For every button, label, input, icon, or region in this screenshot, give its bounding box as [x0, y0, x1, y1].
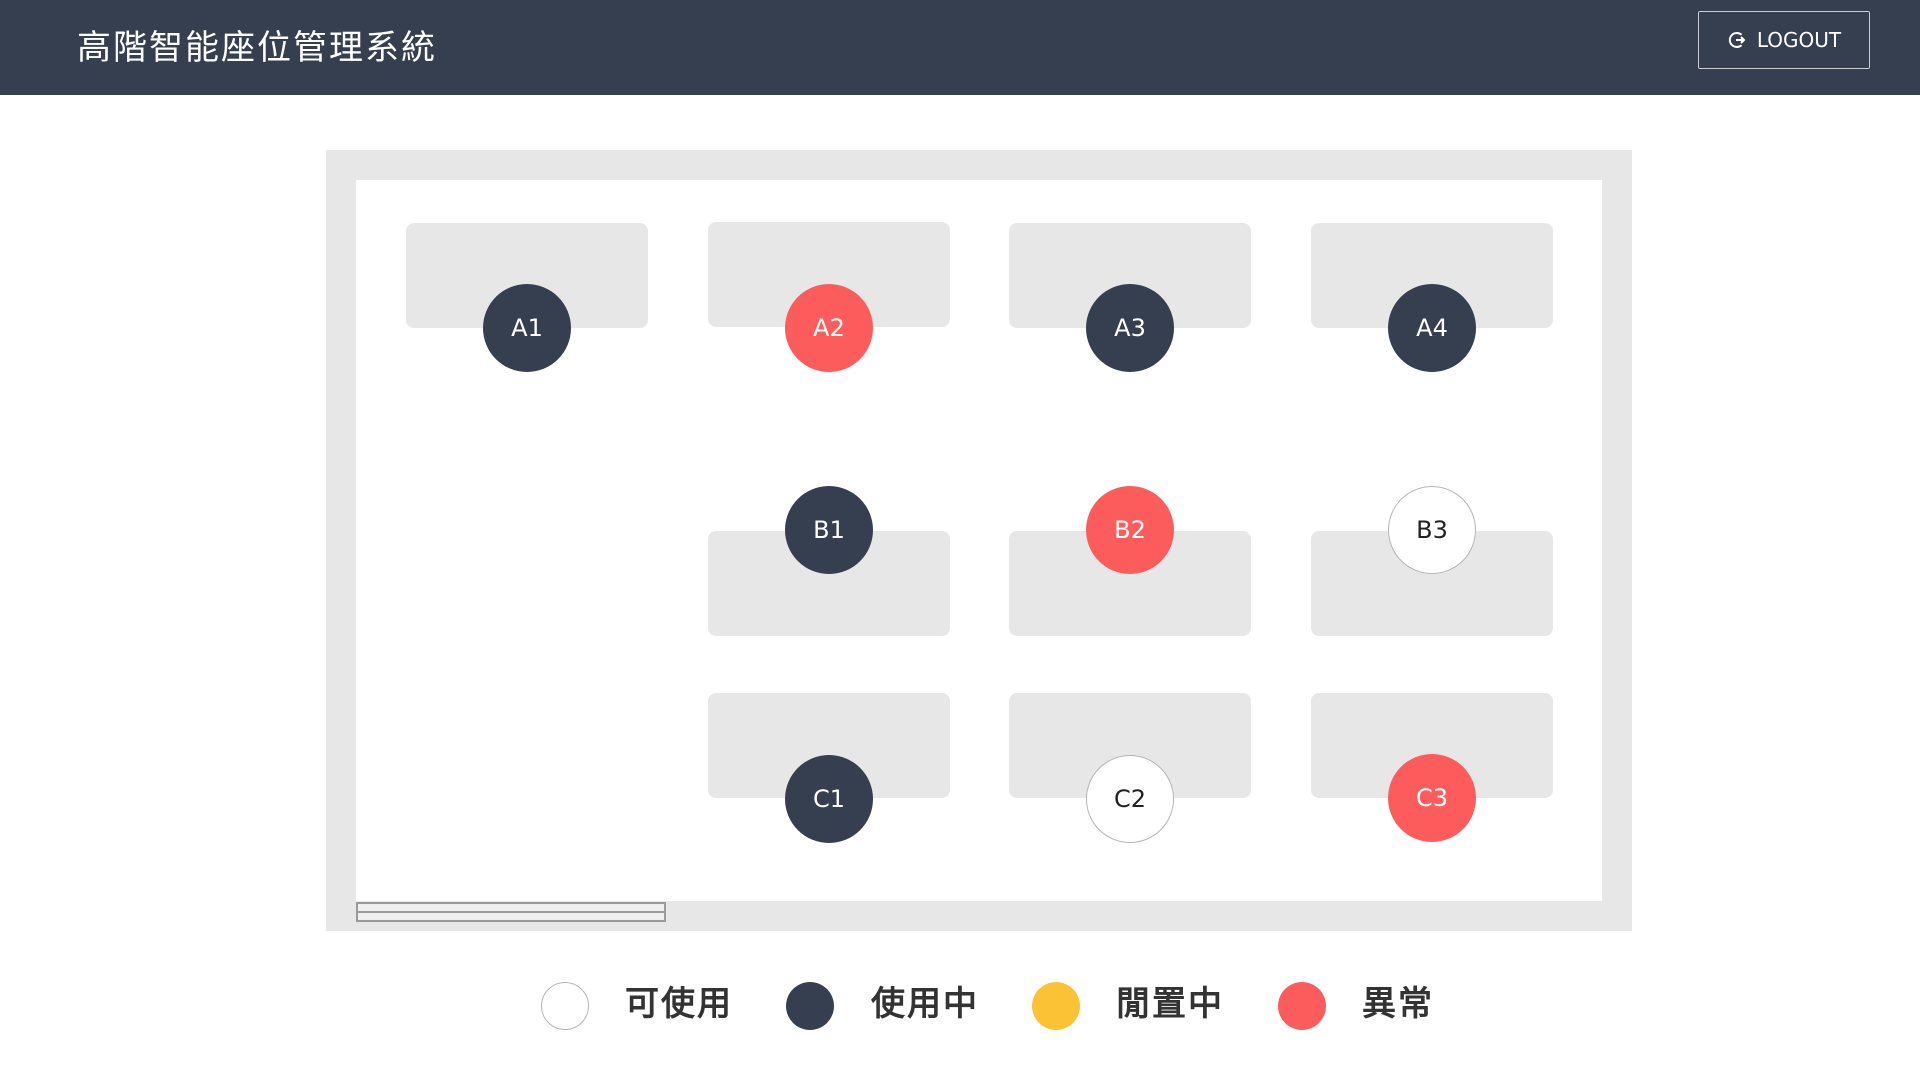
seat-c2[interactable]: C2 — [1086, 755, 1174, 843]
legend-label-abnormal: 異常 — [1362, 984, 1434, 1024]
top-bar: 高階智能座位管理系統 LOGOUT — [0, 0, 1920, 95]
seat-label: A3 — [1114, 314, 1146, 342]
seat-label: C3 — [1415, 784, 1449, 812]
legend-dot-in-use — [786, 982, 834, 1030]
legend-dot-abnormal — [1278, 982, 1326, 1030]
seat-label: C1 — [812, 785, 846, 813]
seat-label: B3 — [1416, 516, 1448, 544]
seat-b3[interactable]: B3 — [1388, 486, 1476, 574]
seat-label: C2 — [1113, 785, 1147, 813]
seat-label: B2 — [1114, 516, 1146, 544]
seat-label: B1 — [813, 516, 845, 544]
seat-b1[interactable]: B1 — [785, 486, 873, 574]
seat-c1[interactable]: C1 — [785, 755, 873, 843]
legend-dot-available — [541, 982, 589, 1030]
seat-a4[interactable]: A4 — [1388, 284, 1476, 372]
logout-label: LOGOUT — [1756, 28, 1842, 52]
legend-label-in-use: 使用中 — [871, 984, 979, 1024]
logout-button[interactable]: LOGOUT — [1698, 11, 1870, 69]
legend-dot-idle — [1032, 982, 1080, 1030]
room-door — [356, 902, 666, 922]
seat-a3[interactable]: A3 — [1086, 284, 1174, 372]
app-title: 高階智能座位管理系統 — [77, 28, 437, 68]
logout-icon — [1728, 32, 1746, 48]
seat-label: A4 — [1416, 314, 1448, 342]
seat-label: A2 — [813, 314, 845, 342]
seat-label: A1 — [511, 314, 543, 342]
seat-a2[interactable]: A2 — [785, 284, 873, 372]
seat-a1[interactable]: A1 — [483, 284, 571, 372]
seat-b2[interactable]: B2 — [1086, 486, 1174, 574]
legend-label-idle: 閒置中 — [1116, 984, 1224, 1024]
legend-label-available: 可使用 — [625, 984, 733, 1024]
seat-c3[interactable]: C3 — [1388, 754, 1476, 842]
